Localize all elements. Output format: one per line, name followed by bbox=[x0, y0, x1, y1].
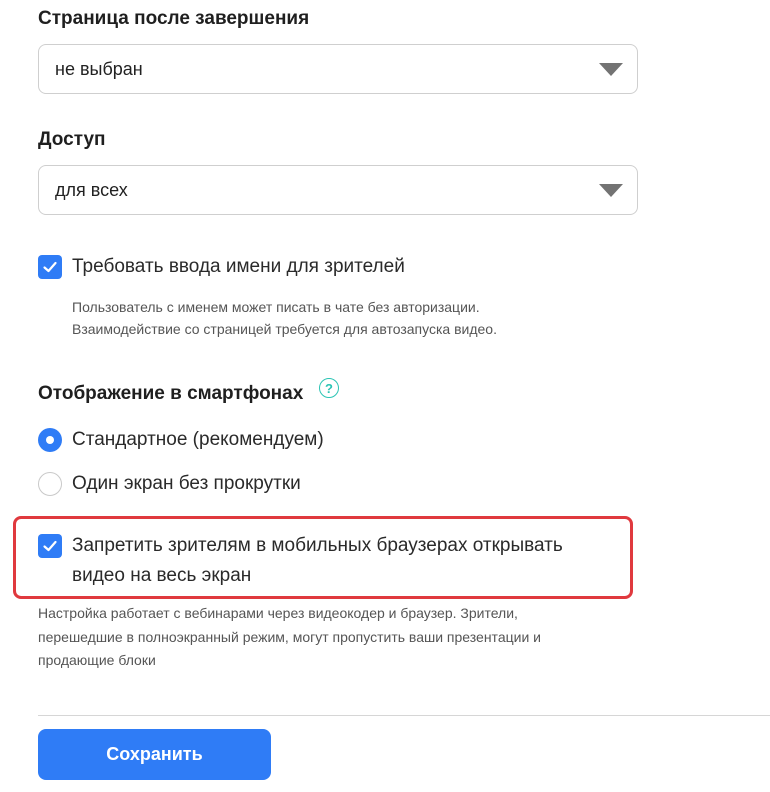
finish-page-select-value: не выбран bbox=[55, 58, 143, 79]
help-icon[interactable]: ? bbox=[319, 378, 339, 398]
settings-panel: Страница после завершения не выбран Дост… bbox=[0, 0, 770, 792]
radio-standard[interactable] bbox=[38, 428, 62, 452]
block-fullscreen-hint-3: продающие блоки bbox=[38, 652, 156, 668]
block-fullscreen-hint-2: перешедшие в полноэкранный режим, могут … bbox=[38, 629, 541, 645]
require-name-hint-2: Взаимодействие со страницей требуется дл… bbox=[72, 321, 497, 337]
divider bbox=[38, 715, 770, 716]
access-select-value: для всех bbox=[55, 179, 128, 200]
radio-single-screen-label[interactable]: Один экран без прокрутки bbox=[72, 469, 301, 499]
block-fullscreen-hint-1: Настройка работает с вебинарами через ви… bbox=[38, 605, 518, 621]
require-name-hint-1: Пользователь с именем может писать в чат… bbox=[72, 299, 480, 315]
checkmark-icon bbox=[43, 540, 57, 552]
access-title: Доступ bbox=[38, 129, 106, 150]
block-fullscreen-label-2[interactable]: видео на весь экран bbox=[72, 561, 251, 591]
block-fullscreen-label-1[interactable]: Запретить зрителям в мобильных браузерах… bbox=[72, 531, 563, 561]
radio-single-screen[interactable] bbox=[38, 472, 62, 496]
radio-standard-label[interactable]: Стандартное (рекомендуем) bbox=[72, 425, 324, 455]
require-name-checkbox[interactable] bbox=[38, 255, 62, 279]
save-button[interactable]: Сохранить bbox=[38, 729, 271, 780]
finish-page-title: Страница после завершения bbox=[38, 8, 310, 29]
block-fullscreen-checkbox[interactable] bbox=[38, 534, 62, 558]
mobile-display-title: Отображение в смартфонах bbox=[38, 383, 304, 404]
caret-down-icon bbox=[599, 63, 623, 76]
caret-down-icon bbox=[599, 184, 623, 197]
finish-page-select[interactable]: не выбран bbox=[38, 44, 638, 94]
require-name-label[interactable]: Требовать ввода имени для зрителей bbox=[72, 252, 405, 282]
access-select[interactable]: для всех bbox=[38, 165, 638, 215]
checkmark-icon bbox=[43, 261, 57, 273]
